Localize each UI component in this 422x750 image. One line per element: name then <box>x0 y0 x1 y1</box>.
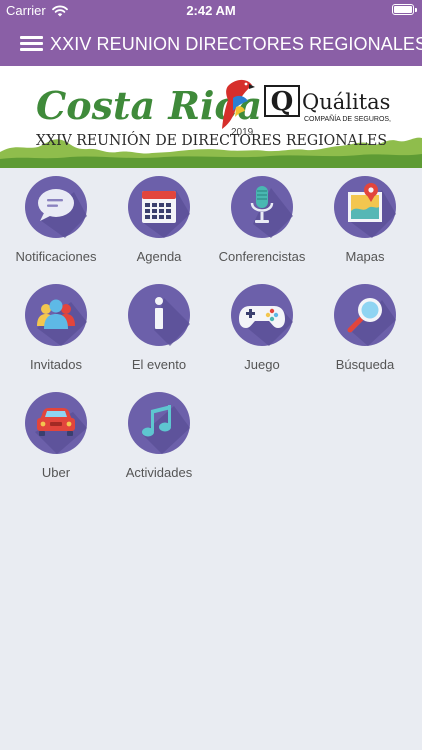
music-note-icon <box>128 392 190 454</box>
hamburger-menu-icon[interactable] <box>20 33 43 53</box>
menu-item-label: Notificaciones <box>15 249 97 264</box>
microphone-icon <box>231 176 293 238</box>
menu-item-label: El evento <box>131 357 187 372</box>
menu-item-label: Conferencistas <box>218 249 306 264</box>
menu-item-label: Invitados <box>29 357 83 372</box>
info-icon <box>128 284 190 346</box>
clock: 2:42 AM <box>186 3 236 18</box>
status-bar: Carrier 2:42 AM <box>0 0 422 22</box>
map-pin-icon <box>334 176 396 238</box>
gamepad-icon <box>231 284 293 346</box>
qualitas-name: Quálitas <box>302 90 390 114</box>
people-icon <box>25 284 87 346</box>
costa-rica-logo: Costa Rica 2019 <box>36 79 262 138</box>
qualitas-logo: Q Quálitas COMPAÑÍA DE SEGUROS, <box>264 85 391 123</box>
magnifier-icon <box>334 284 396 346</box>
menu-item-label: Actividades <box>125 465 193 480</box>
top-bar: Carrier 2:42 AM XXIV REUNION DIRECTORES … <box>0 0 422 66</box>
menu-item-label: Uber <box>41 465 71 480</box>
qualitas-q: Q <box>271 87 294 117</box>
event-title: XXIV REUNIÓN DE DIRECTORES REGIONALES <box>36 131 387 149</box>
navigation-bar: XXIV REUNION DIRECTORES REGIONALES <box>0 22 422 66</box>
event-banner: Costa Rica 2019 Q Quálitas COMPAÑÍA DE S… <box>0 66 422 168</box>
calendar-icon <box>128 176 190 238</box>
menu-item-label: Mapas <box>345 249 385 264</box>
qualitas-subtitle: COMPAÑÍA DE SEGUROS, <box>304 114 391 123</box>
car-icon <box>25 392 87 454</box>
battery-icon <box>392 4 417 15</box>
menu-item-label: Búsqueda <box>335 357 395 372</box>
page-title: XXIV REUNION DIRECTORES REGIONALES <box>50 34 422 54</box>
speech-bubble-icon <box>25 176 87 238</box>
menu-item-label: Juego <box>244 357 280 372</box>
menu-item-label: Agenda <box>136 249 182 264</box>
